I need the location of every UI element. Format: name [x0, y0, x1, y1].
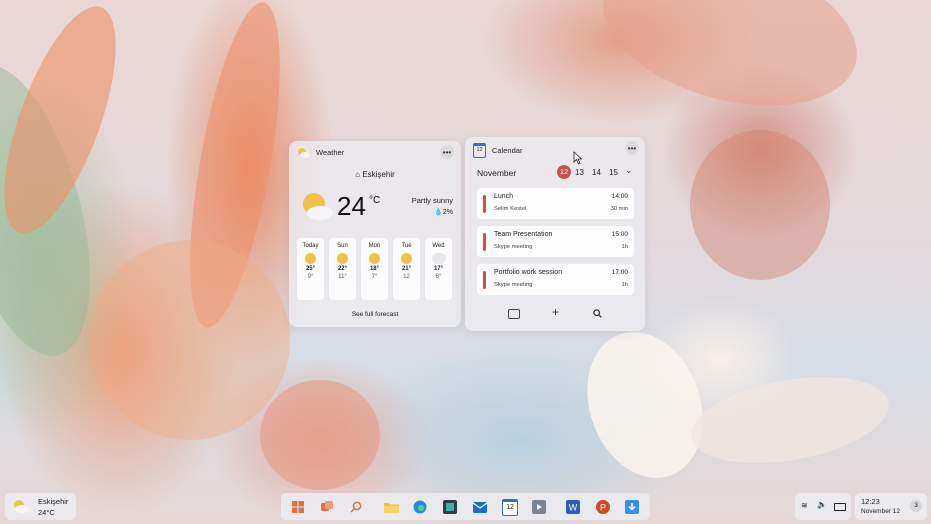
partly-sunny-icon [298, 148, 310, 158]
calendar-more-button[interactable]: ••• [625, 141, 639, 155]
edge-icon[interactable] [410, 497, 430, 517]
svg-text:P: P [600, 503, 606, 513]
forecast-day[interactable]: Mon 18° 7° [361, 238, 388, 300]
forecast-day[interactable]: Wed 17° 6° [425, 238, 452, 300]
calendar-event[interactable]: Portfolio work session Skype meeting 17:… [477, 264, 634, 295]
task-view-icon[interactable] [317, 497, 337, 517]
drop-icon: 💧 [434, 209, 443, 216]
sunny-icon [401, 253, 412, 264]
start-button[interactable] [288, 497, 308, 517]
event-color-bar [483, 271, 486, 289]
calendar-day[interactable]: 15 [609, 168, 618, 177]
partly-sunny-icon [369, 253, 380, 264]
clock-date: November 12 [861, 508, 901, 515]
calendar-app-icon: 12 [473, 143, 486, 158]
calendar-event[interactable]: Team Presentation Skype meeting 15:00 1h [477, 226, 634, 257]
calendar-day[interactable]: 13 [575, 168, 584, 177]
see-full-forecast-link[interactable]: See full forecast [289, 311, 461, 318]
weather-title: Weather [316, 148, 345, 157]
calendar-title: Calendar [492, 146, 523, 155]
taskbar-weather[interactable]: Eskişehir 24°C [5, 493, 76, 520]
precip-value: 2% [442, 209, 453, 216]
download-icon[interactable] [622, 497, 642, 517]
forecast-day[interactable]: Sun 22° 11° [329, 238, 356, 300]
search-icon[interactable] [593, 309, 602, 318]
cloudy-icon [431, 253, 446, 264]
calendar-month: November [477, 168, 517, 178]
weather-condition: Partly sunny [411, 196, 453, 205]
word-icon[interactable]: W [563, 497, 583, 517]
partly-sunny-large-icon [303, 193, 333, 220]
calendar-day-selected[interactable]: 12 [557, 165, 571, 179]
calendar-day[interactable]: 14 [592, 168, 601, 177]
terminal-icon[interactable] [440, 497, 460, 517]
forecast-day[interactable]: Tue 21° 12 [393, 238, 420, 300]
file-explorer-icon[interactable] [381, 497, 401, 517]
weather-location: ⌂ Eskişehir [355, 170, 395, 179]
notification-badge[interactable]: 3 [910, 500, 922, 512]
battery-icon [834, 503, 846, 511]
calendar-header: 12 Calendar [473, 143, 522, 158]
current-temp: 24 [337, 191, 366, 221]
calendar-event[interactable]: Lunch Selim Kestel 14:00 30 min [477, 188, 634, 219]
forecast-day[interactable]: Today 25° 9° [297, 238, 324, 300]
temp-unit: °C [369, 195, 381, 206]
svg-text:W: W [569, 503, 578, 513]
search-icon[interactable] [346, 497, 366, 517]
taskbar-weather-temp: 24°C [38, 508, 55, 517]
event-color-bar [483, 233, 486, 251]
precip-row: 💧2% [434, 208, 453, 216]
calendar-widget: 12 Calendar ••• November 12 13 14 15 ⌄ L… [465, 137, 645, 331]
partly-sunny-icon [14, 500, 29, 513]
taskbar-clock[interactable]: 12:23 November 12 3 [855, 493, 927, 520]
calendar-taskbar-icon[interactable]: 12 [500, 497, 520, 517]
weather-more-button[interactable]: ••• [440, 145, 454, 159]
system-tray[interactable]: ≋ 🔈 [795, 493, 851, 520]
weather-header: Weather [297, 147, 344, 158]
mail-icon[interactable] [470, 497, 490, 517]
chevron-down-icon[interactable]: ⌄ [625, 165, 633, 176]
wifi-icon: ≋ [801, 501, 808, 510]
sunny-icon [337, 253, 348, 264]
taskbar-weather-location: Eskişehir [38, 497, 69, 506]
weather-widget: Weather ••• ⌂ Eskişehir 24 °C Partly sun… [289, 141, 461, 327]
powerpoint-icon[interactable]: P [593, 497, 613, 517]
add-event-icon[interactable]: + [552, 305, 559, 319]
volume-icon: 🔈 [817, 500, 827, 509]
event-color-bar [483, 195, 486, 213]
clock-time: 12:23 [861, 497, 880, 506]
calendar-view-icon[interactable] [508, 309, 520, 319]
media-player-icon[interactable] [529, 497, 549, 517]
partly-sunny-icon [305, 253, 316, 264]
mouse-cursor-icon [573, 151, 583, 165]
home-icon: ⌂ [355, 170, 361, 179]
